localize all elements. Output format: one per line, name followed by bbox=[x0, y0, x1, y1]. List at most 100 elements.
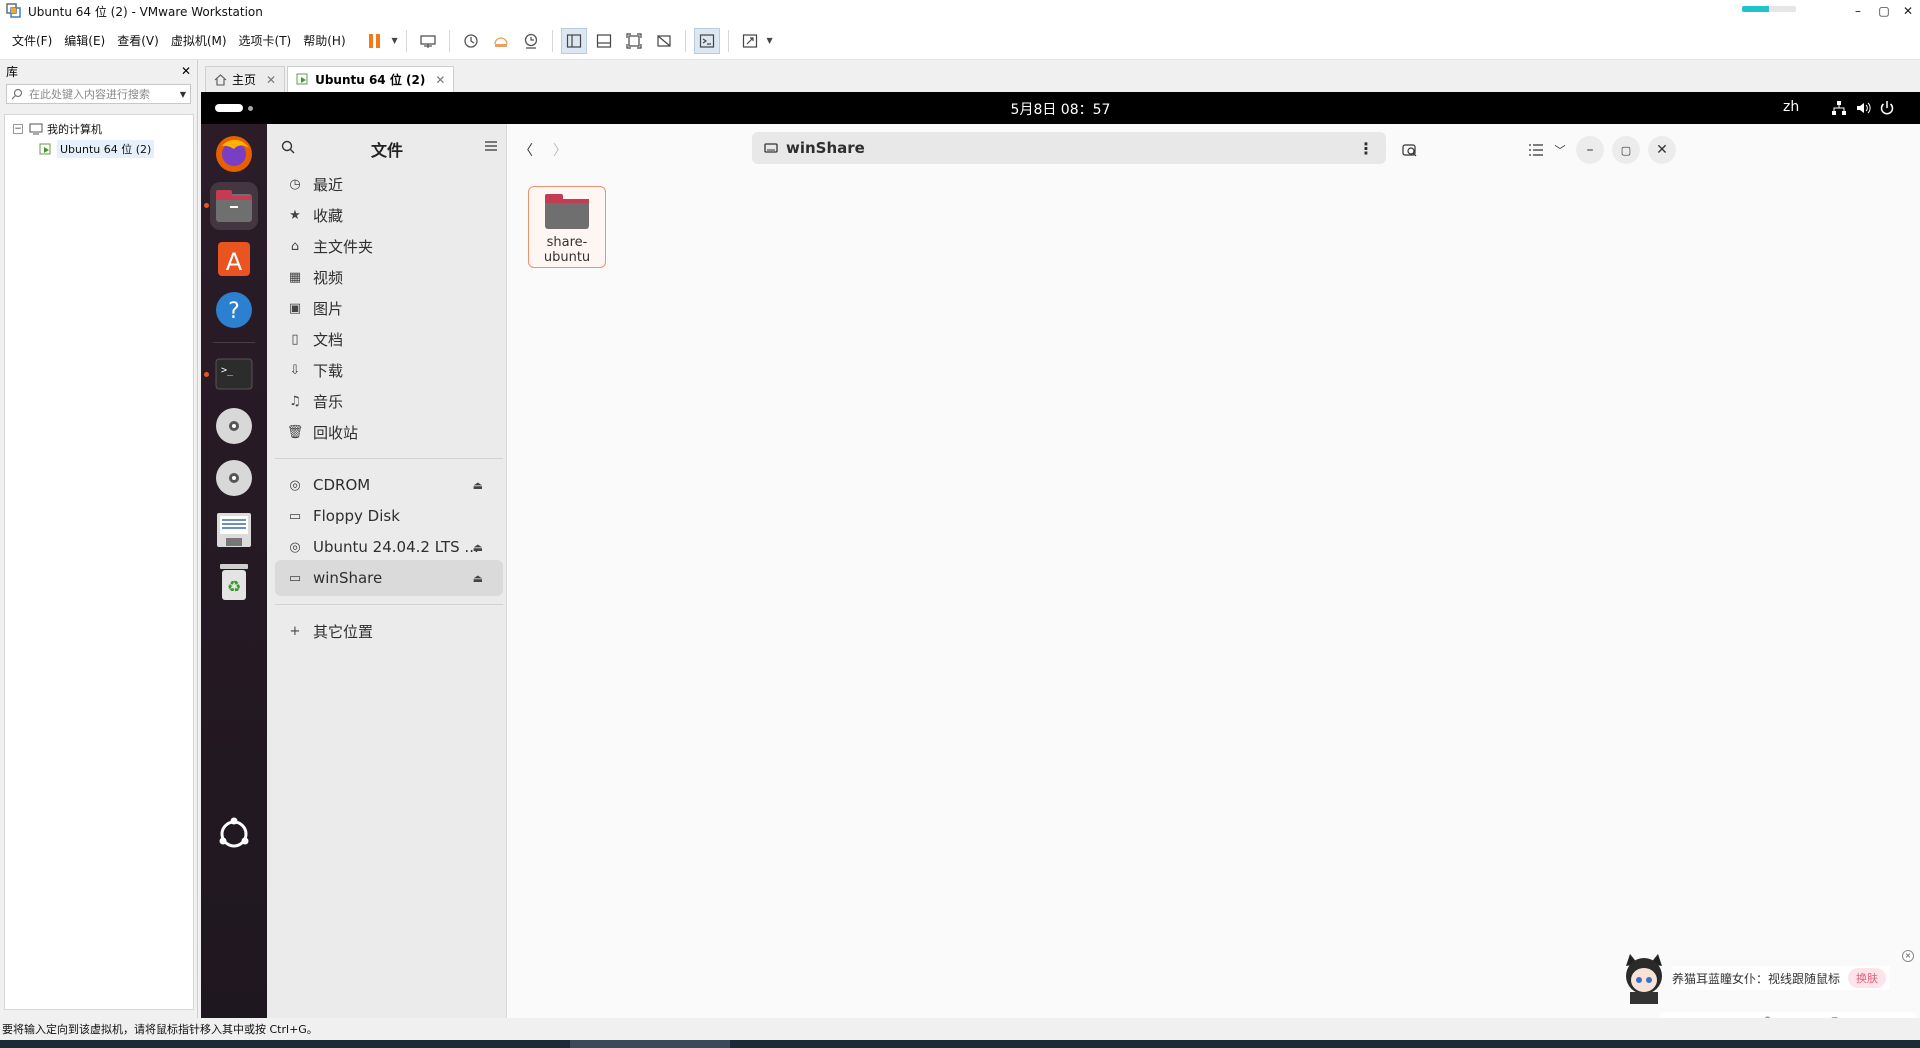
network-wired-icon[interactable] bbox=[1831, 100, 1847, 116]
sidebar-item-label: 最近 bbox=[313, 175, 344, 194]
revert-snapshot-icon[interactable] bbox=[488, 28, 514, 54]
power-icon[interactable] bbox=[1879, 100, 1895, 116]
window-restore-button[interactable]: ▢ bbox=[1612, 136, 1640, 164]
location-menu-icon[interactable]: ⋮ bbox=[1358, 139, 1374, 158]
window-close-button[interactable]: ✕ bbox=[1648, 136, 1676, 164]
sidebar-item-trash[interactable]: 🗑 回收站 bbox=[275, 414, 503, 450]
pause-icon[interactable] bbox=[362, 28, 388, 54]
running-indicator bbox=[204, 203, 209, 208]
library-view-icon[interactable] bbox=[560, 27, 587, 54]
files-sidebar-header: 文件 bbox=[267, 124, 506, 170]
menu-file[interactable]: 文件(F) bbox=[6, 29, 58, 53]
vmware-logo-icon bbox=[6, 3, 21, 18]
fit-guest-icon[interactable] bbox=[621, 28, 647, 54]
clock[interactable]: 5月8日 08：57 bbox=[201, 99, 1920, 119]
home-icon: ⌂ bbox=[290, 238, 300, 254]
music-icon: ♫ bbox=[289, 393, 301, 409]
tab-close-button[interactable]: ✕ bbox=[435, 73, 445, 87]
dock-floppy-icon[interactable] bbox=[210, 506, 258, 554]
dock-dvd-icon[interactable] bbox=[210, 454, 258, 502]
location-bar[interactable]: winShare ⋮ bbox=[752, 132, 1386, 164]
eject-icon[interactable]: ⏏ bbox=[473, 541, 483, 554]
sidebar-item-label: CDROM bbox=[313, 476, 371, 494]
fullscreen-dropdown-chevron-icon[interactable]: ▼ bbox=[765, 28, 775, 54]
tree-collapse-toggle[interactable]: − bbox=[13, 124, 23, 134]
tab-ubuntu-vm[interactable]: Ubuntu 64 位 (2) ✕ bbox=[287, 66, 455, 92]
sidebar-item-label: 图片 bbox=[313, 299, 344, 318]
snapshot-icon[interactable] bbox=[458, 28, 484, 54]
fullscreen-icon[interactable] bbox=[737, 28, 763, 54]
toolbar-divider bbox=[684, 29, 686, 52]
sidebar-item-other-locations[interactable]: + 其它位置 bbox=[275, 613, 503, 649]
forward-button[interactable]: 〉 bbox=[546, 136, 574, 164]
ubuntu-dock: A ? >_ ♻ bbox=[201, 124, 267, 1018]
toolbar-divider bbox=[727, 29, 729, 52]
dock-files-icon[interactable] bbox=[210, 182, 258, 230]
files-sidebar: 文件 ◷ 最近 ★ 收藏 ⌂ 主文件夹 ▦ 视频 ▣ 图片 ▯ 文档 ⇩ 下载 ♫ 音乐 🗑 回收… bbox=[267, 124, 507, 1018]
volume-icon[interactable] bbox=[1855, 100, 1871, 116]
menu-toolbar: 文件(F) 编辑(E) 查看(V) 虚拟机(M) 选项卡(T) 帮助(H) ▼ … bbox=[0, 22, 1920, 60]
sidebar-item-label: 回收站 bbox=[313, 423, 359, 442]
unity-icon[interactable] bbox=[651, 28, 677, 54]
input-language-indicator[interactable]: zh bbox=[1783, 99, 1799, 115]
thumbnail-view-icon[interactable] bbox=[591, 28, 617, 54]
computer-icon bbox=[29, 123, 43, 135]
files-content-area[interactable]: 〈 〉 winShare ⋮ ﹀ – ▢ ✕ share- ubuntu bbox=[508, 124, 1920, 1018]
eject-icon[interactable]: ⏏ bbox=[473, 572, 483, 585]
menu-tabs[interactable]: 选项卡(T) bbox=[233, 29, 298, 53]
snapshot-manager-icon[interactable] bbox=[518, 28, 544, 54]
ime-close-button[interactable]: × bbox=[1902, 950, 1914, 962]
ime-tip-bubble: 养猫耳蓝瞳女仆：视线跟随鼠标 换肤 bbox=[1672, 966, 1891, 990]
toolbar-divider bbox=[405, 29, 407, 52]
folder-item[interactable]: share- ubuntu bbox=[528, 186, 606, 268]
star-icon: ★ bbox=[289, 207, 301, 223]
floppy-icon: ▭ bbox=[288, 508, 302, 524]
menu-vm[interactable]: 虚拟机(M) bbox=[165, 29, 233, 53]
window-titlebar: Ubuntu 64 位 (2) - VMware Workstation – ▢… bbox=[0, 0, 1920, 22]
library-close-button[interactable]: ✕ bbox=[181, 64, 191, 78]
tab-close-button[interactable]: ✕ bbox=[266, 73, 276, 87]
eject-icon[interactable]: ⏏ bbox=[473, 479, 483, 492]
download-icon: ⇩ bbox=[289, 362, 301, 378]
sidebar-item-label: 主文件夹 bbox=[313, 237, 374, 256]
close-button[interactable]: ✕ bbox=[1894, 0, 1920, 22]
dock-terminal-icon[interactable]: >_ bbox=[210, 350, 258, 398]
ime-skin-button[interactable]: 换肤 bbox=[1848, 968, 1887, 988]
gnome-top-bar: 5月8日 08：57 zh bbox=[201, 92, 1920, 124]
drive-icon bbox=[764, 143, 778, 153]
library-search-field[interactable]: 在此处键入内容进行搜索 ▼ bbox=[6, 84, 191, 104]
back-button[interactable]: 〈 bbox=[512, 136, 540, 164]
menu-edit[interactable]: 编辑(E) bbox=[58, 29, 111, 53]
send-ctrl-alt-del-icon[interactable] bbox=[415, 28, 441, 54]
window-minimize-button[interactable]: – bbox=[1576, 136, 1604, 164]
dock-trash-icon[interactable]: ♻ bbox=[210, 558, 258, 606]
tree-item-vm[interactable]: Ubuntu 64 位 (2) bbox=[5, 139, 193, 159]
search-files-icon[interactable] bbox=[1396, 136, 1424, 164]
tab-home[interactable]: 主页 ✕ bbox=[205, 66, 286, 92]
search-dropdown-chevron-icon[interactable]: ▼ bbox=[180, 90, 186, 99]
dock-firefox-icon[interactable] bbox=[210, 130, 258, 178]
sidebar-item-label: 视频 bbox=[313, 268, 344, 287]
console-icon[interactable] bbox=[693, 27, 720, 54]
dock-show-apps-icon[interactable] bbox=[210, 810, 258, 858]
trash-icon: 🗑 bbox=[286, 424, 304, 440]
menu-view[interactable]: 查看(V) bbox=[111, 29, 165, 53]
tree-item-my-computer[interactable]: − 我的计算机 bbox=[5, 119, 193, 139]
pause-dropdown-chevron-icon[interactable]: ▼ bbox=[390, 28, 400, 54]
svg-text:?: ? bbox=[228, 299, 240, 324]
sidebar-divider bbox=[275, 604, 503, 605]
dock-help-icon[interactable]: ? bbox=[210, 286, 258, 334]
hamburger-menu-icon[interactable] bbox=[485, 141, 497, 151]
dock-app-center-icon[interactable]: A bbox=[210, 234, 258, 282]
location-label: winShare bbox=[786, 139, 865, 157]
dock-cdrom-icon[interactable] bbox=[210, 402, 258, 450]
status-progress-indicator bbox=[1742, 6, 1796, 12]
view-options-chevron-icon[interactable]: ﹀ bbox=[1546, 136, 1574, 164]
sidebar-item-winshare[interactable]: ▭ winShare ⏏ bbox=[275, 560, 503, 596]
menu-help[interactable]: 帮助(H) bbox=[297, 29, 351, 53]
ime-mascot-avatar[interactable] bbox=[1620, 952, 1668, 1004]
vm-guest-display[interactable]: 5月8日 08：57 zh A ? >_ ♻ 文件 ◷ 最近 ★ 收藏 ⌂ 主文… bbox=[201, 92, 1920, 1018]
document-icon: ▯ bbox=[291, 331, 299, 347]
status-message: 要将输入定向到该虚拟机，请将鼠标指针移入其中或按 Ctrl+G。 bbox=[2, 1023, 318, 1036]
minimize-button[interactable]: – bbox=[1844, 0, 1872, 22]
